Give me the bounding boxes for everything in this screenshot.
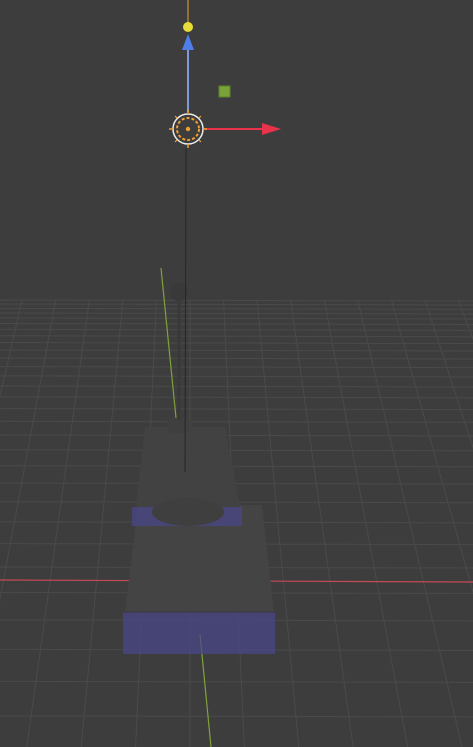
pedestal-base[interactable] bbox=[123, 505, 275, 654]
z-axis-handle-dot[interactable] bbox=[183, 22, 193, 32]
3d-viewport[interactable] bbox=[0, 0, 473, 747]
free-move-handle[interactable] bbox=[218, 85, 231, 98]
pedestal-top[interactable] bbox=[132, 427, 242, 526]
viewport-canvas[interactable] bbox=[0, 0, 473, 747]
